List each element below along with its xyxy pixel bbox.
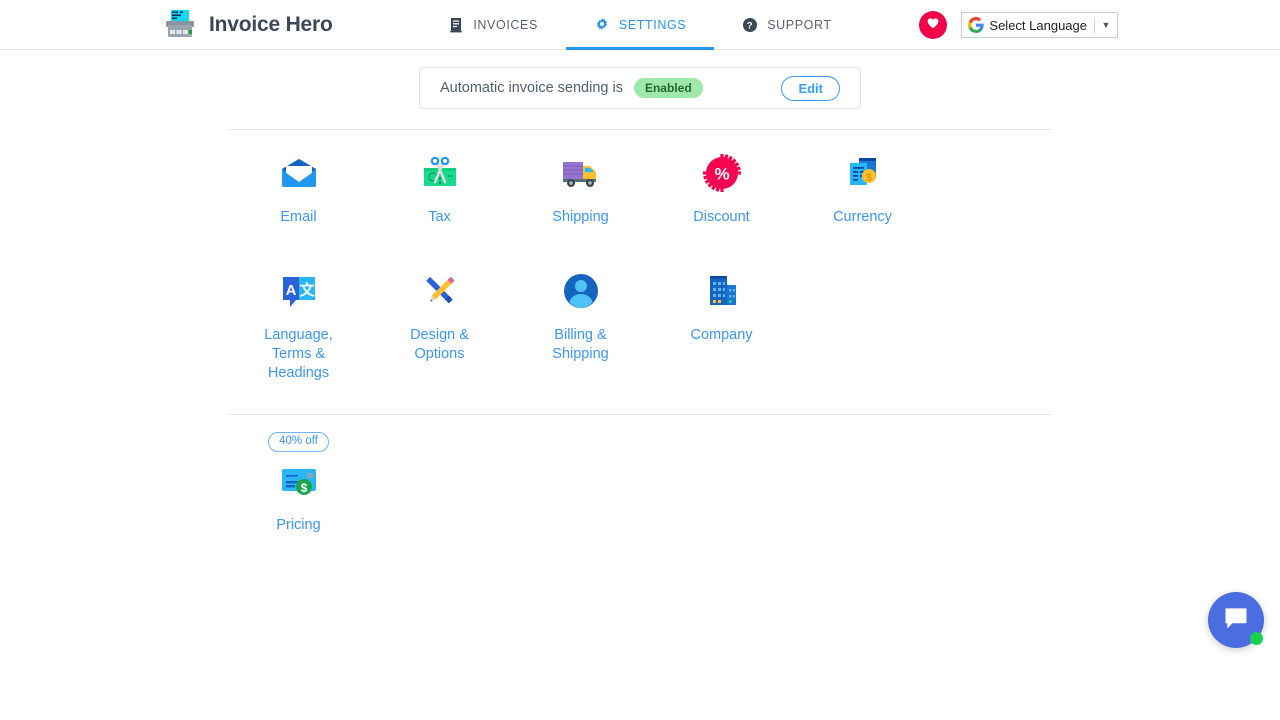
auto-send-notice: Automatic invoice sending is Enabled Edi… xyxy=(419,67,861,109)
divider-bottom xyxy=(228,414,1051,415)
chevron-down-icon[interactable]: ▼ xyxy=(1095,20,1117,30)
settings-tile-discount-label: Discount xyxy=(693,208,749,227)
invoice-printer-logo-icon xyxy=(163,8,197,42)
settings-tiles-row-1: Email Tax xyxy=(228,152,1051,227)
translate-icon: A 文 xyxy=(278,270,320,312)
header-right-actions: Select Language ▼ xyxy=(919,0,1118,50)
app-header: Invoice Hero INVOICES SE xyxy=(0,0,1280,50)
online-indicator xyxy=(1250,632,1263,645)
settings-tile-company[interactable]: Company xyxy=(651,270,792,383)
svg-text:?: ? xyxy=(747,21,753,32)
credit-card-dollar-icon: $ xyxy=(278,460,320,502)
settings-tiles-row-2: A 文 Language, Terms & Headings xyxy=(228,270,1051,383)
receipt-coin-icon: $ xyxy=(842,152,884,194)
brand: Invoice Hero xyxy=(163,8,333,42)
settings-tile-design[interactable]: Design & Options xyxy=(369,270,510,383)
settings-tile-shipping[interactable]: Shipping xyxy=(510,152,651,227)
envelope-icon xyxy=(278,152,320,194)
delivery-truck-icon xyxy=(560,152,602,194)
settings-tile-tax-label: Tax xyxy=(428,208,451,227)
settings-tile-company-label: Company xyxy=(690,326,752,345)
brush-pencil-icon xyxy=(419,270,461,312)
nav-item-support[interactable]: ? SUPPORT xyxy=(714,0,859,50)
settings-tile-discount[interactable]: % Discount xyxy=(651,152,792,227)
nav-item-settings[interactable]: SETTINGS xyxy=(566,0,714,50)
nav-item-invoices[interactable]: INVOICES xyxy=(420,0,566,50)
nav-item-settings-label: SETTINGS xyxy=(619,18,686,32)
settings-tile-email[interactable]: Email xyxy=(228,152,369,227)
language-select[interactable]: Select Language ▼ xyxy=(961,12,1118,38)
settings-tile-pricing-label: Pricing xyxy=(276,516,320,535)
settings-tile-pricing[interactable]: 40% off $ Pricing xyxy=(228,432,369,535)
discount-badge: 40% off xyxy=(268,432,329,452)
chat-bubble-icon xyxy=(1222,604,1250,637)
user-avatar-icon xyxy=(560,270,602,312)
settings-tile-email-label: Email xyxy=(280,208,316,227)
divider-top xyxy=(228,129,1051,130)
nav-item-support-label: SUPPORT xyxy=(767,18,831,32)
settings-tile-design-label: Design & Options xyxy=(385,326,495,364)
favorite-button[interactable] xyxy=(919,11,947,39)
heart-icon xyxy=(926,16,940,35)
settings-tile-currency-label: Currency xyxy=(833,208,892,227)
edit-button[interactable]: Edit xyxy=(781,76,840,101)
office-building-icon xyxy=(701,270,743,312)
google-g-icon xyxy=(968,17,984,33)
auto-send-notice-text: Automatic invoice sending is xyxy=(440,80,623,96)
svg-text:%: % xyxy=(714,165,729,184)
svg-text:$: $ xyxy=(300,481,307,495)
settings-tile-shipping-label: Shipping xyxy=(552,208,608,227)
svg-text:$: $ xyxy=(865,172,871,184)
settings-tile-billing-shipping-label: Billing & Shipping xyxy=(526,326,636,364)
settings-tile-billing-shipping[interactable]: Billing & Shipping xyxy=(510,270,651,383)
settings-tile-tax[interactable]: Tax xyxy=(369,152,510,227)
invoice-icon xyxy=(448,17,464,33)
settings-tile-language[interactable]: A 文 Language, Terms & Headings xyxy=(228,270,369,383)
gear-icon xyxy=(594,17,610,33)
svg-text:文: 文 xyxy=(299,281,315,299)
question-circle-icon: ? xyxy=(742,17,758,33)
nav-item-invoices-label: INVOICES xyxy=(473,18,538,32)
scissors-money-icon xyxy=(419,152,461,194)
chat-widget-button[interactable] xyxy=(1208,592,1264,648)
status-badge: Enabled xyxy=(634,78,703,98)
brand-title: Invoice Hero xyxy=(209,13,333,37)
settings-tile-currency[interactable]: $ Currency xyxy=(792,152,933,227)
language-select-value: Select Language xyxy=(984,18,1094,33)
svg-text:A: A xyxy=(285,282,296,299)
settings-tile-language-label: Language, Terms & Headings xyxy=(244,326,354,383)
percent-badge-icon: % xyxy=(701,152,743,194)
